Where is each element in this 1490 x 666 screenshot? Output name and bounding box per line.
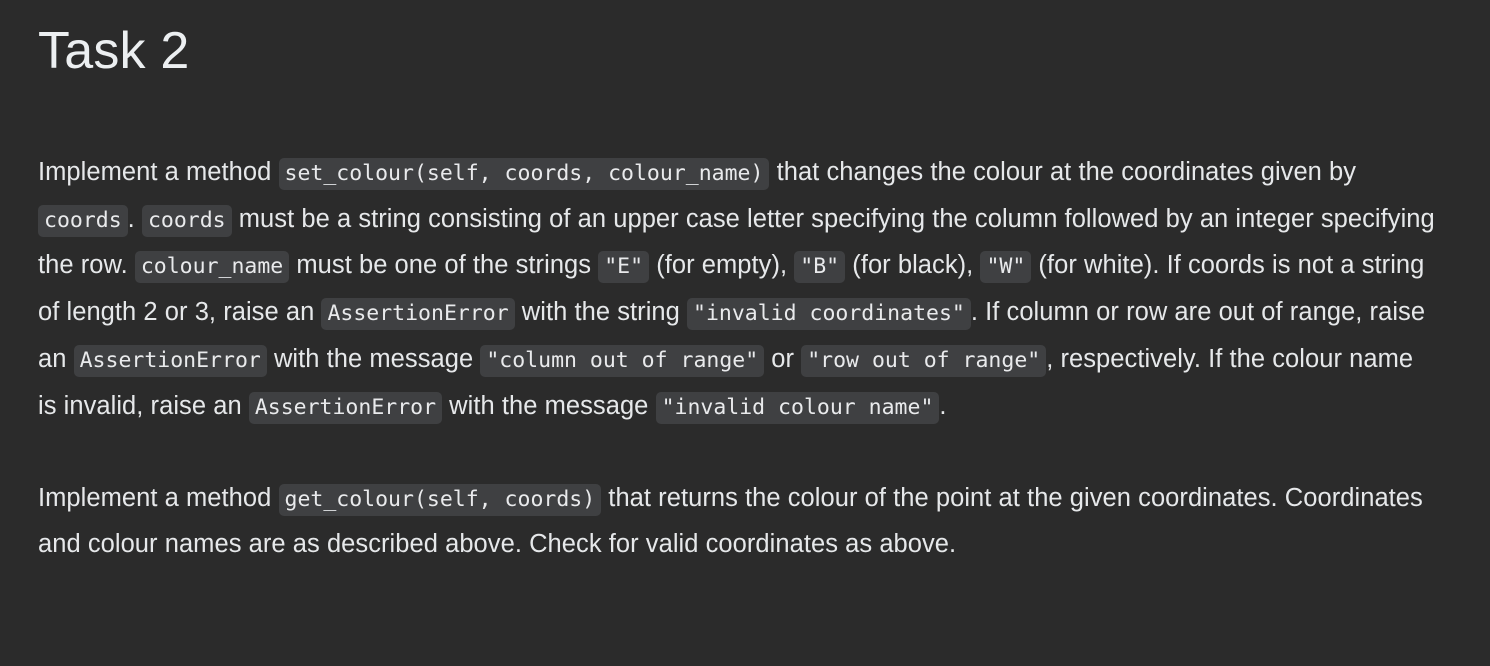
- get-colour-paragraph: Implement a method get_colour(self, coor…: [38, 483, 1423, 559]
- inline-code: AssertionError: [321, 298, 515, 331]
- inline-code: "invalid coordinates": [687, 298, 971, 331]
- inline-code: "B": [794, 251, 846, 284]
- set-colour-paragraph: Implement a method set_colour(self, coor…: [38, 150, 1438, 431]
- page-title: Task 2: [38, 22, 190, 80]
- inline-code: coords: [141, 204, 232, 237]
- inline-code: "column out of range": [480, 344, 765, 377]
- inline-code: colour_name: [134, 251, 290, 284]
- inline-code: coords: [38, 204, 128, 237]
- inline-code: "row out of range": [801, 344, 1047, 377]
- task-description-page: Task 2 Implement a method set_colour(sel…: [0, 0, 1490, 666]
- inline-code: AssertionError: [73, 344, 267, 377]
- inline-code: AssertionError: [248, 391, 443, 424]
- inline-code: "W": [980, 251, 1032, 284]
- inline-code: "invalid colour name": [655, 391, 940, 424]
- inline-code: get_colour(self, coords): [278, 483, 602, 516]
- inline-code: "E": [598, 251, 650, 284]
- inline-code: set_colour(self, coords, colour_name): [278, 157, 770, 190]
